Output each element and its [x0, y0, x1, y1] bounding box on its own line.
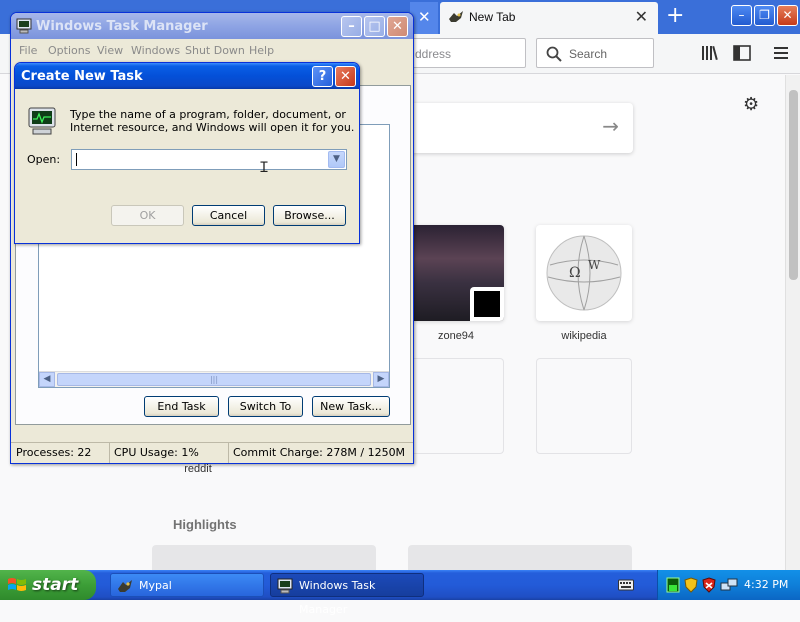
ibeam-cursor-icon: Ｉ — [257, 160, 271, 176]
gear-icon[interactable]: ⚙ — [743, 94, 759, 115]
horizontal-scrollbar[interactable]: ◀ ||| ▶ — [39, 371, 389, 387]
highlight-card[interactable] — [152, 545, 376, 570]
close-button[interactable]: ✕ — [387, 16, 408, 37]
taskbar: start Mypal Windows Task Manager 4:32 PM — [0, 570, 800, 616]
security-shield-icon[interactable] — [684, 577, 698, 593]
help-button[interactable]: ? — [312, 66, 333, 87]
task-manager-tray-icon[interactable] — [666, 577, 680, 593]
highlight-card[interactable] — [408, 545, 632, 570]
text-cursor — [76, 153, 77, 166]
chevron-down-icon[interactable]: ▼ — [328, 151, 345, 168]
task-manager-menubar: File Options View Windows Shut Down Help — [11, 39, 413, 59]
computer-icon — [28, 107, 56, 135]
network-icon[interactable] — [720, 577, 738, 593]
zone94-favicon — [470, 287, 504, 321]
task-manager-icon — [277, 578, 293, 594]
arrow-right-icon[interactable]: → — [602, 114, 619, 138]
windows-flag-icon — [8, 578, 26, 591]
top-site-empty[interactable] — [536, 358, 632, 454]
cancel-button[interactable]: Cancel — [192, 205, 265, 226]
menu-shut-down[interactable]: Shut Down — [185, 44, 245, 57]
favicon-icon — [448, 10, 464, 24]
taskbar-item-mypal[interactable]: Mypal — [110, 573, 264, 597]
status-cpu: CPU Usage: 1% — [111, 443, 229, 463]
new-tab-plus-icon[interactable]: + — [666, 3, 684, 29]
open-label: Open: — [27, 153, 61, 166]
menu-view[interactable]: View — [97, 44, 123, 57]
create-task-titlebar[interactable]: Create New Task ? ✕ — [15, 63, 359, 89]
browser-restore-button[interactable]: ❐ — [754, 5, 775, 26]
search-placeholder: Search — [569, 47, 608, 61]
create-task-title: Create New Task — [21, 69, 143, 84]
svg-text:Ω: Ω — [569, 265, 581, 281]
sidebar-icon[interactable] — [733, 45, 751, 61]
wikipedia-globe-icon: Ω W — [546, 235, 622, 311]
mypal-icon — [118, 580, 132, 592]
highlights-heading: Highlights — [173, 517, 237, 532]
tab-previous[interactable]: ✕ — [410, 2, 438, 34]
create-task-dialog: Create New Task ? ✕ Type the name of a p… — [14, 62, 360, 244]
menu-windows[interactable]: Windows — [131, 44, 180, 57]
status-commit: Commit Charge: 278M / 1250M — [233, 446, 406, 459]
end-task-button[interactable]: End Task — [144, 396, 219, 417]
task-manager-icon — [16, 18, 32, 34]
open-combobox[interactable]: ▼ — [71, 149, 347, 170]
page-scrollbar[interactable] — [785, 75, 800, 570]
address-placeholder: ddress — [415, 47, 452, 61]
scroll-left-icon[interactable]: ◀ — [39, 372, 55, 387]
description-line-2: Internet resource, and Windows will open… — [70, 121, 355, 134]
tile-label-wikipedia: wikipedia — [561, 330, 607, 342]
top-site-zone94[interactable] — [408, 225, 504, 321]
close-tab-icon[interactable]: ✕ — [418, 8, 431, 26]
top-site-empty[interactable] — [408, 358, 504, 454]
minimize-button[interactable]: – — [341, 16, 362, 37]
browser-minimize-button[interactable]: – — [731, 5, 752, 26]
new-task-button[interactable]: New Task... — [312, 396, 390, 417]
start-label: start — [32, 575, 79, 595]
menu-file[interactable]: File — [19, 44, 37, 57]
system-tray: 4:32 PM — [657, 570, 800, 600]
library-icon[interactable] — [701, 45, 719, 61]
search-icon — [546, 46, 562, 62]
create-task-description: Type the name of a program, folder, docu… — [70, 108, 354, 134]
status-bar: Processes: 22 CPU Usage: 1% Commit Charg… — [11, 442, 413, 463]
hamburger-menu-icon[interactable] — [772, 45, 790, 61]
browser-close-button[interactable]: ✕ — [777, 5, 798, 26]
description-line-1: Type the name of a program, folder, docu… — [70, 108, 346, 121]
scrollbar-thumb[interactable]: ||| — [57, 373, 371, 386]
taskbar-item-task-manager[interactable]: Windows Task Manager — [270, 573, 424, 616]
svg-text:W: W — [588, 258, 601, 272]
page-search-box[interactable]: → — [380, 103, 633, 153]
close-tab-icon[interactable]: ✕ — [635, 7, 648, 26]
taskbar-item-label: Mypal — [139, 579, 172, 592]
maximize-button[interactable]: □ — [364, 16, 385, 37]
browse-button[interactable]: Browse... — [273, 205, 346, 226]
tab-label: New Tab — [469, 10, 516, 24]
close-button[interactable]: ✕ — [335, 66, 356, 87]
top-site-wikipedia[interactable]: Ω W — [536, 225, 632, 321]
task-manager-titlebar[interactable]: Windows Task Manager – □ ✕ — [11, 13, 413, 39]
start-button[interactable]: start — [0, 570, 96, 600]
tile-label-reddit: reddit — [184, 463, 212, 475]
status-processes: Processes: 22 — [13, 443, 110, 463]
menu-options[interactable]: Options — [48, 44, 90, 57]
task-manager-title: Windows Task Manager — [36, 19, 208, 34]
tile-label-zone94: zone94 — [437, 330, 475, 342]
security-alert-icon[interactable] — [702, 577, 716, 593]
menu-help[interactable]: Help — [249, 44, 274, 57]
keyboard-icon[interactable] — [618, 578, 634, 592]
clock: 4:32 PM — [744, 578, 789, 591]
scrollbar-thumb[interactable] — [789, 90, 798, 280]
taskbar-item-label: Windows Task Manager — [299, 579, 376, 616]
switch-to-button[interactable]: Switch To — [228, 396, 303, 417]
scroll-right-icon[interactable]: ▶ — [373, 372, 389, 387]
search-box[interactable]: Search — [536, 38, 654, 68]
tab-new-tab[interactable]: New Tab ✕ — [440, 2, 658, 34]
ok-button[interactable]: OK — [111, 205, 184, 226]
